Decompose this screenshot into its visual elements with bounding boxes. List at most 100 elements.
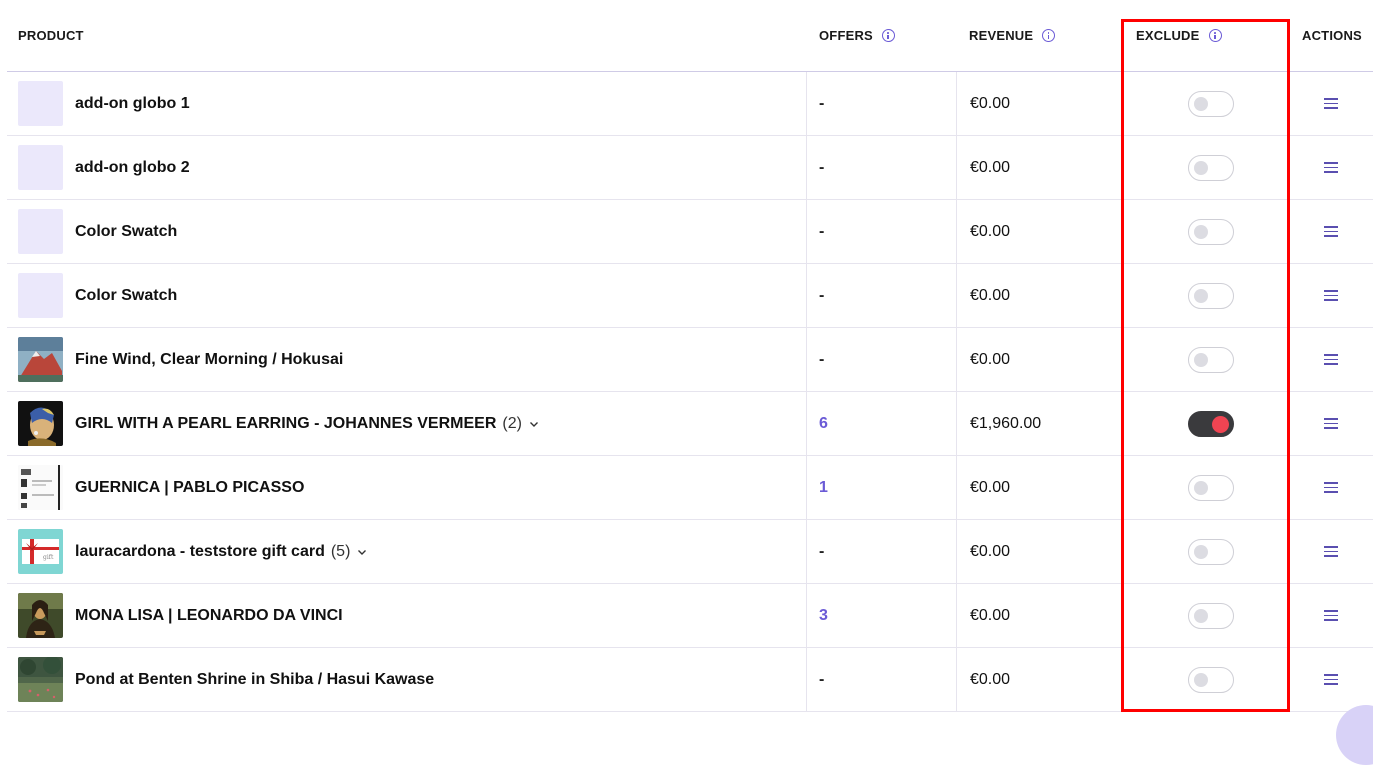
- product-thumbnail: [18, 145, 63, 190]
- hamburger-menu-icon[interactable]: [1324, 98, 1338, 109]
- table-row: gift lauracardona - teststore gift card …: [7, 520, 1373, 584]
- product-cell[interactable]: add-on globo 2: [18, 136, 793, 199]
- toggle-knob: [1194, 288, 1208, 303]
- exclude-cell: [1121, 584, 1301, 647]
- column-header-product[interactable]: PRODUCT: [18, 0, 84, 71]
- revenue-cell: €0.00: [956, 328, 1121, 391]
- actions-cell: [1301, 584, 1361, 647]
- actions-cell: [1301, 392, 1361, 455]
- toggle-knob: [1194, 352, 1208, 367]
- product-cell[interactable]: Pond at Benten Shrine in Shiba / Hasui K…: [18, 648, 793, 711]
- column-header-revenue[interactable]: REVENUE: [969, 0, 1056, 71]
- product-name[interactable]: GIRL WITH A PEARL EARRING - JOHANNES VER…: [75, 415, 496, 433]
- offers-count[interactable]: 6: [819, 415, 828, 433]
- hamburger-menu-icon[interactable]: [1324, 162, 1338, 173]
- revenue-value: €0.00: [970, 222, 1011, 240]
- exclude-toggle[interactable]: [1188, 666, 1234, 693]
- exclude-toggle[interactable]: [1188, 282, 1234, 309]
- offers-count[interactable]: 3: [819, 607, 828, 625]
- hamburger-menu-icon[interactable]: [1324, 418, 1338, 429]
- revenue-value: €0.00: [970, 158, 1011, 176]
- product-name[interactable]: Fine Wind, Clear Morning / Hokusai: [75, 351, 343, 369]
- column-header-exclude-label: EXCLUDE: [1136, 28, 1200, 43]
- table-row: add-on globo 1 - €0.00: [7, 72, 1373, 136]
- product-cell[interactable]: MONA LISA | LEONARDO DA VINCI: [18, 584, 793, 647]
- toggle-knob: [1194, 224, 1208, 239]
- product-cell[interactable]: Fine Wind, Clear Morning / Hokusai: [18, 328, 793, 391]
- revenue-value: €0.00: [970, 478, 1011, 496]
- product-name[interactable]: GUERNICA | PABLO PICASSO: [75, 479, 304, 497]
- exclude-cell: [1121, 72, 1301, 135]
- exclude-cell: [1121, 392, 1301, 455]
- offers-cell: -: [806, 136, 956, 199]
- product-name[interactable]: lauracardona - teststore gift card: [75, 543, 325, 561]
- product-name[interactable]: add-on globo 1: [75, 95, 190, 113]
- table-row: Pond at Benten Shrine in Shiba / Hasui K…: [7, 648, 1373, 712]
- product-thumbnail: [18, 273, 63, 318]
- offers-cell: -: [806, 648, 956, 711]
- table-header: PRODUCT OFFERS REVENUE EXCLUDE ACTIONS: [7, 0, 1373, 72]
- revenue-value: €0.00: [970, 606, 1011, 624]
- hamburger-menu-icon[interactable]: [1324, 482, 1338, 493]
- toggle-knob: [1194, 544, 1208, 559]
- offers-count: -: [819, 286, 825, 304]
- product-cell[interactable]: gift lauracardona - teststore gift card …: [18, 520, 793, 583]
- offers-cell: -: [806, 264, 956, 327]
- product-cell[interactable]: GIRL WITH A PEARL EARRING - JOHANNES VER…: [18, 392, 793, 455]
- product-name[interactable]: Color Swatch: [75, 287, 177, 305]
- exclude-toggle[interactable]: [1188, 602, 1234, 629]
- exclude-toggle[interactable]: [1188, 90, 1234, 117]
- product-name[interactable]: Pond at Benten Shrine in Shiba / Hasui K…: [75, 671, 434, 689]
- hamburger-menu-icon[interactable]: [1324, 546, 1338, 557]
- chevron-down-icon[interactable]: [528, 418, 540, 430]
- offers-count: -: [819, 94, 825, 112]
- exclude-toggle[interactable]: [1188, 410, 1234, 437]
- revenue-cell: €0.00: [956, 648, 1121, 711]
- hamburger-menu-icon[interactable]: [1324, 290, 1338, 301]
- revenue-cell: €1,960.00: [956, 392, 1121, 455]
- exclude-cell: [1121, 136, 1301, 199]
- product-thumbnail: [18, 337, 63, 382]
- revenue-cell: €0.00: [956, 200, 1121, 263]
- exclude-toggle[interactable]: [1188, 346, 1234, 373]
- actions-cell: [1301, 72, 1361, 135]
- product-cell[interactable]: GUERNICA | PABLO PICASSO: [18, 456, 793, 519]
- hamburger-menu-icon[interactable]: [1324, 674, 1338, 685]
- product-name[interactable]: MONA LISA | LEONARDO DA VINCI: [75, 607, 343, 625]
- exclude-cell: [1121, 264, 1301, 327]
- chevron-down-icon[interactable]: [356, 546, 368, 558]
- exclude-toggle[interactable]: [1188, 474, 1234, 501]
- exclude-toggle[interactable]: [1188, 538, 1234, 565]
- svg-text:gift: gift: [43, 554, 54, 561]
- table-body: add-on globo 1 - €0.00 add-on globo 2 - …: [7, 72, 1373, 712]
- info-circle-icon[interactable]: [881, 29, 895, 42]
- chat-launcher-edge[interactable]: [1336, 705, 1373, 765]
- product-cell[interactable]: Color Swatch: [18, 200, 793, 263]
- product-name[interactable]: Color Swatch: [75, 223, 177, 241]
- column-header-offers-label: OFFERS: [819, 28, 873, 43]
- product-name[interactable]: add-on globo 2: [75, 159, 190, 177]
- offers-count[interactable]: 1: [819, 479, 828, 497]
- toggle-knob: [1194, 608, 1208, 623]
- hamburger-menu-icon[interactable]: [1324, 610, 1338, 621]
- revenue-cell: €0.00: [956, 456, 1121, 519]
- product-thumbnail: gift: [18, 529, 63, 574]
- column-header-exclude[interactable]: EXCLUDE: [1136, 0, 1222, 71]
- revenue-value: €0.00: [970, 286, 1011, 304]
- hamburger-menu-icon[interactable]: [1324, 354, 1338, 365]
- product-cell[interactable]: add-on globo 1: [18, 72, 793, 135]
- info-circle-icon[interactable]: [1042, 29, 1056, 42]
- toggle-knob: [1194, 96, 1208, 111]
- column-header-offers[interactable]: OFFERS: [819, 0, 895, 71]
- product-thumbnail: [18, 465, 63, 510]
- toggle-knob: [1212, 415, 1229, 433]
- product-thumbnail: [18, 401, 63, 446]
- products-table: PRODUCT OFFERS REVENUE EXCLUDE ACTIONS a…: [7, 0, 1373, 712]
- info-circle-icon[interactable]: [1208, 29, 1222, 42]
- product-cell[interactable]: Color Swatch: [18, 264, 793, 327]
- exclude-toggle[interactable]: [1188, 154, 1234, 181]
- revenue-cell: €0.00: [956, 520, 1121, 583]
- hamburger-menu-icon[interactable]: [1324, 226, 1338, 237]
- offers-cell: -: [806, 328, 956, 391]
- exclude-toggle[interactable]: [1188, 218, 1234, 245]
